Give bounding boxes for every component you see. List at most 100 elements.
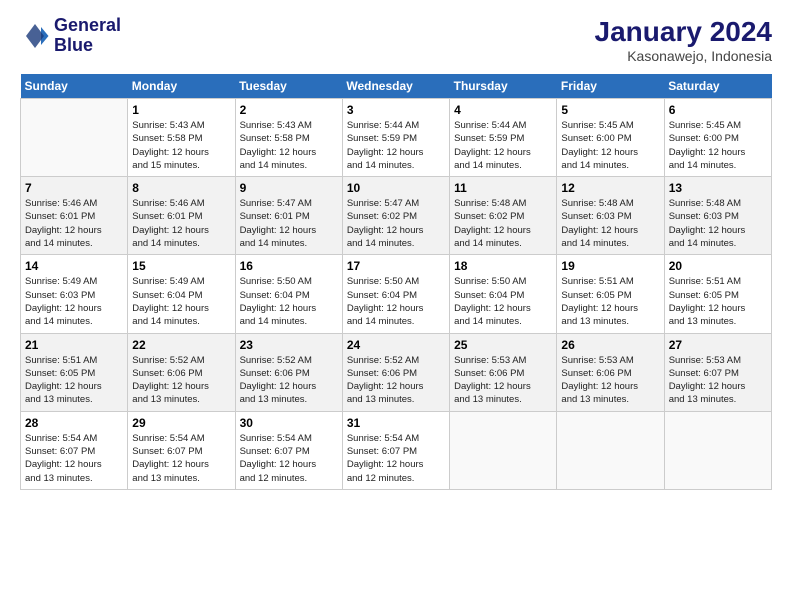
day-number: 13 [669,181,767,195]
day-cell: 12 Sunrise: 5:48 AMSunset: 6:03 PMDayligh… [557,177,664,255]
day-info: Sunrise: 5:51 AMSunset: 6:05 PMDaylight:… [669,275,767,328]
day-info: Sunrise: 5:52 AMSunset: 6:06 PMDaylight:… [240,354,338,407]
day-info: Sunrise: 5:53 AMSunset: 6:06 PMDaylight:… [454,354,552,407]
day-number: 1 [132,103,230,117]
day-cell: 16Sunrise: 5:50 AMSunset: 6:04 PMDayligh… [235,255,342,333]
col-header-sunday: Sunday [21,74,128,99]
day-info: Sunrise: 5:45 AMSunset: 6:00 PMDaylight:… [561,119,659,172]
day-number: 14 [25,259,123,273]
day-info: Sunrise: 5:54 AMSunset: 6:07 PMDaylight:… [347,432,445,485]
day-info: Sunrise: 5:46 AMSunset: 6:01 PMDaylight:… [25,197,123,250]
day-number: 7 [25,181,123,195]
day-cell: 22 Sunrise: 5:52 AMSunset: 6:06 PMDayligh… [128,333,235,411]
day-number: 24 [347,338,445,352]
day-info: Sunrise: 5:47 AMSunset: 6:02 PMDaylight:… [347,197,445,250]
day-cell: 5 Sunrise: 5:45 AMSunset: 6:00 PMDaylight… [557,99,664,177]
week-row-2: 7 Sunrise: 5:46 AMSunset: 6:01 PMDaylight… [21,177,772,255]
day-number: 18 [454,259,552,273]
day-number: 3 [347,103,445,117]
col-header-monday: Monday [128,74,235,99]
day-info: Sunrise: 5:48 AMSunset: 6:03 PMDaylight:… [561,197,659,250]
day-number: 6 [669,103,767,117]
day-info: Sunrise: 5:54 AMSunset: 6:07 PMDaylight:… [240,432,338,485]
day-number: 28 [25,416,123,430]
day-cell: 26 Sunrise: 5:53 AMSunset: 6:06 PMDayligh… [557,333,664,411]
day-number: 22 [132,338,230,352]
day-cell: 31 Sunrise: 5:54 AMSunset: 6:07 PMDayligh… [342,411,449,489]
logo: General Blue [20,16,121,56]
day-number: 19 [561,259,659,273]
day-cell: 3 Sunrise: 5:44 AMSunset: 5:59 PMDaylight… [342,99,449,177]
day-number: 10 [347,181,445,195]
day-cell: 10 Sunrise: 5:47 AMSunset: 6:02 PMDayligh… [342,177,449,255]
day-cell: 17Sunrise: 5:50 AMSunset: 6:04 PMDayligh… [342,255,449,333]
week-row-1: 1 Sunrise: 5:43 AMSunset: 5:58 PMDaylight… [21,99,772,177]
day-cell: 21Sunrise: 5:51 AMSunset: 6:05 PMDayligh… [21,333,128,411]
day-number: 27 [669,338,767,352]
day-info: Sunrise: 5:53 AMSunset: 6:06 PMDaylight:… [561,354,659,407]
day-cell: 20 Sunrise: 5:51 AMSunset: 6:05 PMDayligh… [664,255,771,333]
day-cell: 28 Sunrise: 5:54 AMSunset: 6:07 PMDayligh… [21,411,128,489]
logo-icon [20,21,50,51]
week-row-3: 14 Sunrise: 5:49 AMSunset: 6:03 PMDayligh… [21,255,772,333]
day-info: Sunrise: 5:44 AMSunset: 5:59 PMDaylight:… [347,119,445,172]
day-cell: 24 Sunrise: 5:52 AMSunset: 6:06 PMDayligh… [342,333,449,411]
day-cell: 4Sunrise: 5:44 AMSunset: 5:59 PMDaylight… [450,99,557,177]
day-cell: 14 Sunrise: 5:49 AMSunset: 6:03 PMDayligh… [21,255,128,333]
day-info: Sunrise: 5:50 AMSunset: 6:04 PMDaylight:… [347,275,445,328]
day-info: Sunrise: 5:49 AMSunset: 6:04 PMDaylight:… [132,275,230,328]
day-info: Sunrise: 5:51 AMSunset: 6:05 PMDaylight:… [25,354,123,407]
day-number: 25 [454,338,552,352]
day-info: Sunrise: 5:54 AMSunset: 6:07 PMDaylight:… [132,432,230,485]
logo-text: General Blue [54,16,121,56]
day-cell [557,411,664,489]
day-cell [450,411,557,489]
day-cell: 6 Sunrise: 5:45 AMSunset: 6:00 PMDaylight… [664,99,771,177]
day-info: Sunrise: 5:44 AMSunset: 5:59 PMDaylight:… [454,119,552,172]
day-cell: 23Sunrise: 5:52 AMSunset: 6:06 PMDayligh… [235,333,342,411]
col-header-thursday: Thursday [450,74,557,99]
day-number: 26 [561,338,659,352]
day-info: Sunrise: 5:52 AMSunset: 6:06 PMDaylight:… [132,354,230,407]
day-cell: 15 Sunrise: 5:49 AMSunset: 6:04 PMDayligh… [128,255,235,333]
week-row-4: 21Sunrise: 5:51 AMSunset: 6:05 PMDayligh… [21,333,772,411]
day-number: 16 [240,259,338,273]
day-cell: 18 Sunrise: 5:50 AMSunset: 6:04 PMDayligh… [450,255,557,333]
day-info: Sunrise: 5:54 AMSunset: 6:07 PMDaylight:… [25,432,123,485]
day-cell: 8Sunrise: 5:46 AMSunset: 6:01 PMDaylight… [128,177,235,255]
day-info: Sunrise: 5:52 AMSunset: 6:06 PMDaylight:… [347,354,445,407]
day-info: Sunrise: 5:46 AMSunset: 6:01 PMDaylight:… [132,197,230,250]
title-block: January 2024 Kasonawejo, Indonesia [595,16,772,64]
day-cell: 27Sunrise: 5:53 AMSunset: 6:07 PMDayligh… [664,333,771,411]
header: General Blue January 2024 Kasonawejo, In… [20,16,772,64]
day-number: 5 [561,103,659,117]
day-info: Sunrise: 5:48 AMSunset: 6:03 PMDaylight:… [669,197,767,250]
header-row: SundayMondayTuesdayWednesdayThursdayFrid… [21,74,772,99]
day-info: Sunrise: 5:45 AMSunset: 6:00 PMDaylight:… [669,119,767,172]
day-cell: 29 Sunrise: 5:54 AMSunset: 6:07 PMDayligh… [128,411,235,489]
day-info: Sunrise: 5:50 AMSunset: 6:04 PMDaylight:… [454,275,552,328]
day-cell: 11 Sunrise: 5:48 AMSunset: 6:02 PMDayligh… [450,177,557,255]
day-info: Sunrise: 5:48 AMSunset: 6:02 PMDaylight:… [454,197,552,250]
day-number: 31 [347,416,445,430]
day-number: 2 [240,103,338,117]
day-number: 15 [132,259,230,273]
page: General Blue January 2024 Kasonawejo, In… [0,0,792,612]
day-info: Sunrise: 5:49 AMSunset: 6:03 PMDaylight:… [25,275,123,328]
day-number: 30 [240,416,338,430]
day-cell: 1Sunrise: 5:43 AMSunset: 5:58 PMDaylight… [128,99,235,177]
day-number: 29 [132,416,230,430]
day-number: 12 [561,181,659,195]
col-header-tuesday: Tuesday [235,74,342,99]
day-number: 11 [454,181,552,195]
day-cell: 2 Sunrise: 5:43 AMSunset: 5:58 PMDaylight… [235,99,342,177]
col-header-saturday: Saturday [664,74,771,99]
day-cell: 30 Sunrise: 5:54 AMSunset: 6:07 PMDayligh… [235,411,342,489]
day-cell: 9Sunrise: 5:47 AMSunset: 6:01 PMDaylight… [235,177,342,255]
calendar-table: SundayMondayTuesdayWednesdayThursdayFrid… [20,74,772,490]
day-number: 9 [240,181,338,195]
calendar-subtitle: Kasonawejo, Indonesia [595,48,772,64]
day-number: 20 [669,259,767,273]
col-header-wednesday: Wednesday [342,74,449,99]
day-info: Sunrise: 5:43 AMSunset: 5:58 PMDaylight:… [240,119,338,172]
